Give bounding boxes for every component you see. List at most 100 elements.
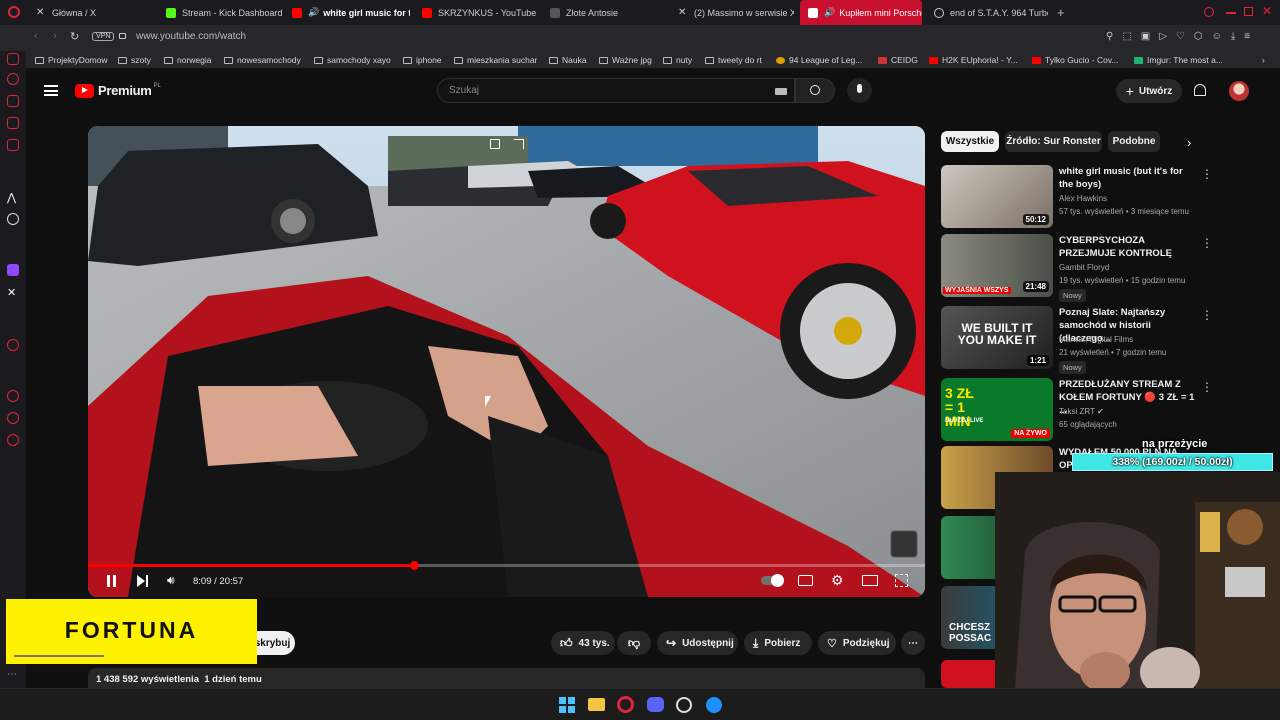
more-vert-icon[interactable]: ⋮ bbox=[1201, 236, 1213, 250]
fullscreen-icon[interactable] bbox=[895, 574, 908, 587]
bookmark-item[interactable]: mieszkania suchar bbox=[454, 51, 537, 69]
video-player[interactable]: 🔊︎ 8:09 / 20:57 ⚙ bbox=[88, 126, 925, 597]
subtitles-icon[interactable] bbox=[798, 575, 813, 586]
bookmark-item[interactable]: szoty bbox=[118, 51, 151, 69]
aria-icon[interactable]: ⋀ bbox=[7, 191, 19, 204]
voice-search-button[interactable] bbox=[847, 78, 872, 103]
bookmark-item[interactable]: samochody xayo bbox=[314, 51, 391, 69]
settings-gear-icon[interactable]: ⚙ bbox=[831, 572, 844, 589]
pause-button[interactable] bbox=[106, 575, 118, 587]
tab-kupilem-mini-porsche[interactable]: 🔊 Kupiłem mini Porsche bbox=[800, 0, 922, 25]
recommendation-item[interactable]: 3 ZŁ = 1 MIN DŁUŻEJ LIVE NA ŻYWO PRZEDŁU… bbox=[941, 378, 1213, 442]
bookmark-item[interactable]: Imgur: The most a... bbox=[1134, 51, 1223, 69]
download-button[interactable]: ⤓ Pobierz bbox=[744, 631, 812, 655]
more-icon[interactable]: ⋯ bbox=[7, 669, 19, 681]
url-field[interactable]: www.youtube.com/watch bbox=[136, 31, 246, 42]
refresh-icon[interactable] bbox=[7, 73, 19, 85]
pin-icon[interactable] bbox=[7, 412, 19, 424]
extensions-icon[interactable]: ⬡ bbox=[1194, 31, 1203, 42]
bookmark-item[interactable]: Ważne jpg bbox=[599, 51, 652, 69]
keyboard-icon[interactable] bbox=[775, 88, 787, 95]
chatgpt-taskbar-icon[interactable] bbox=[676, 697, 692, 713]
file-explorer-icon[interactable] bbox=[588, 698, 605, 711]
download-icon[interactable]: ⤓ bbox=[1231, 31, 1235, 42]
bookmark-item[interactable]: ProjektyDomow bbox=[35, 51, 108, 69]
avatar[interactable] bbox=[1229, 81, 1249, 101]
progress-scrubber[interactable] bbox=[409, 561, 419, 570]
opera-logo-icon[interactable] bbox=[8, 6, 20, 18]
yt-menu-icon[interactable] bbox=[44, 85, 58, 96]
description-box[interactable]: 1 438 592 wyświetlenia 1 dzień temu bbox=[88, 668, 925, 690]
more-vert-icon[interactable]: ⋮ bbox=[1201, 308, 1213, 322]
recommendation-item[interactable]: 50:12 white girl music (but it's for the… bbox=[941, 165, 1213, 229]
bookmark-item[interactable]: 94 League of Leg... bbox=[776, 51, 862, 69]
history-icon[interactable] bbox=[7, 390, 19, 402]
x-icon[interactable]: ✕ bbox=[7, 286, 19, 299]
bookmark-item[interactable]: nowesamochody bbox=[224, 51, 301, 69]
video-thumbnail[interactable]: WE BUILT IT YOU MAKE IT 1:21 bbox=[941, 306, 1053, 369]
screenshot-icon[interactable]: ⬚ bbox=[1122, 31, 1131, 42]
tab-white-girl-music[interactable]: 🔊 white girl music for th bbox=[292, 0, 410, 25]
menu-icon[interactable]: ≡ bbox=[1244, 31, 1250, 42]
bookmark-item[interactable]: Tylko Gucio - Cov... bbox=[1032, 51, 1119, 69]
next-button[interactable] bbox=[137, 575, 149, 587]
bookmark-item[interactable]: Nauka bbox=[549, 51, 587, 69]
maximize-icon[interactable] bbox=[1244, 7, 1253, 16]
bookmark-item[interactable]: CEIDG bbox=[878, 51, 918, 69]
tab-glowna-x[interactable]: ✕ Główna / X bbox=[36, 0, 156, 25]
pin-icon[interactable]: ⚲ bbox=[1106, 31, 1113, 42]
search-button[interactable] bbox=[795, 78, 835, 103]
more-vert-icon[interactable]: ⋮ bbox=[1201, 380, 1213, 394]
reload-icon[interactable]: ↻ bbox=[70, 30, 79, 43]
camera-icon[interactable]: ▣ bbox=[1141, 31, 1150, 42]
create-button[interactable]: + Utwórz bbox=[1116, 79, 1182, 103]
like-button[interactable]: 👍︎ 43 tys. bbox=[551, 631, 615, 655]
close-window-icon[interactable]: ✕ bbox=[1262, 4, 1272, 18]
messenger-icon[interactable] bbox=[7, 53, 19, 65]
profile-icon[interactable]: ☺ bbox=[1212, 31, 1222, 42]
bookmark-item[interactable]: iphone bbox=[403, 51, 442, 69]
opera-taskbar-icon[interactable] bbox=[617, 696, 634, 713]
tab-kick-dashboard[interactable]: Stream - Kick Dashboard bbox=[166, 0, 284, 25]
search-input[interactable]: Szukaj bbox=[437, 78, 795, 103]
bookmark-item[interactable]: norwegia bbox=[164, 51, 212, 69]
tab-end-of-stay[interactable]: end of S.T.A.Y. 964 Turbo bbox=[934, 0, 1048, 25]
add-icon[interactable] bbox=[7, 339, 19, 351]
autoplay-toggle[interactable] bbox=[761, 574, 784, 587]
search-tabs-icon[interactable] bbox=[1204, 7, 1214, 17]
mail-icon[interactable] bbox=[7, 139, 19, 151]
vpn-badge[interactable]: VPN bbox=[92, 32, 115, 41]
notifications-bell-icon[interactable] bbox=[1194, 84, 1206, 96]
bookmark-item[interactable]: tweety do rt bbox=[705, 51, 762, 69]
twitch-icon[interactable] bbox=[7, 264, 19, 276]
chips-next-icon[interactable]: › bbox=[1187, 135, 1191, 150]
more-actions-button[interactable]: ⋯ bbox=[901, 631, 925, 655]
tab-massimo-x[interactable]: ✕ (2) Massimo w serwisie X bbox=[678, 0, 794, 25]
bookmarks-more-icon[interactable]: › bbox=[1262, 51, 1265, 69]
chatgpt-icon[interactable] bbox=[7, 213, 19, 225]
volume-icon[interactable]: 🔊︎ bbox=[167, 573, 175, 588]
chip-all[interactable]: Wszystkie bbox=[941, 131, 999, 152]
new-tab-button[interactable]: + bbox=[1057, 5, 1065, 20]
share-button[interactable]: ↪ Udostępnij bbox=[657, 631, 738, 655]
minimize-icon[interactable] bbox=[1226, 12, 1236, 14]
miniplayer-icon[interactable] bbox=[490, 139, 500, 149]
messenger-taskbar-icon[interactable] bbox=[706, 697, 722, 713]
settings-icon[interactable] bbox=[7, 434, 19, 446]
tab-skrzynkus[interactable]: SKRZYNKUS - YouTube bbox=[422, 0, 540, 25]
theater-mode-icon[interactable] bbox=[862, 575, 878, 586]
video-thumbnail[interactable]: WYJAŚNIA WSZYS 21:48 bbox=[941, 234, 1053, 297]
dislike-button[interactable]: 👎︎ bbox=[617, 631, 651, 655]
chip-similar[interactable]: Podobne bbox=[1108, 131, 1160, 152]
bookmark-item[interactable]: H2K EUphoria! - Y... bbox=[929, 51, 1018, 69]
recommendation-item[interactable]: WYJAŚNIA WSZYS 21:48 CYBERPSYCHOZA PRZEJ… bbox=[941, 234, 1213, 302]
windows-start-icon[interactable] bbox=[559, 697, 575, 713]
youtube-logo[interactable]: Premium PL bbox=[75, 83, 161, 98]
video-thumbnail[interactable]: 50:12 bbox=[941, 165, 1053, 228]
thanks-button[interactable]: ♡ Podziękuj bbox=[818, 631, 896, 655]
progress-track[interactable] bbox=[88, 561, 925, 570]
tab-zlote-antosie[interactable]: Złote Antosie bbox=[550, 0, 668, 25]
recommendation-item[interactable]: WE BUILT IT YOU MAKE IT 1:21 Poznaj Slat… bbox=[941, 306, 1213, 374]
expand-icon[interactable] bbox=[514, 139, 524, 149]
forward-icon[interactable]: › bbox=[53, 30, 57, 42]
